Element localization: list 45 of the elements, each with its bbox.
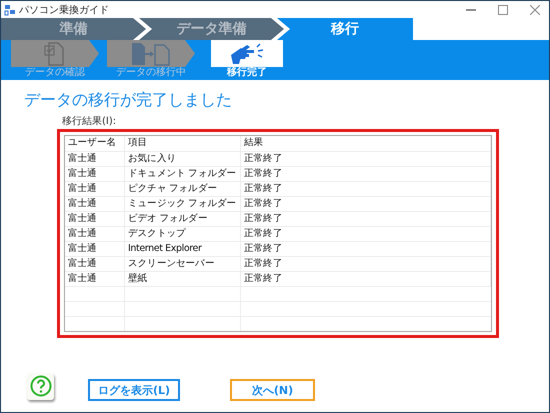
- table-cell: ピクチャ フォルダー: [125, 182, 241, 196]
- table-cell: 富士通: [65, 272, 125, 286]
- column-header[interactable]: 項目: [125, 136, 241, 151]
- table-cell: 富士通: [65, 197, 125, 211]
- substep-label: データの移行中: [116, 67, 186, 79]
- table-cell: ドキュメント フォルダー: [125, 167, 241, 181]
- table-cell: 正常終了: [241, 272, 491, 286]
- window-title: パソコン乗換ガイド: [19, 4, 109, 16]
- help-icon: [30, 375, 52, 397]
- table-cell: 富士通: [65, 212, 125, 226]
- table-cell: 富士通: [65, 152, 125, 166]
- table-cell: 正常終了: [241, 242, 491, 256]
- table-cell: 富士通: [65, 227, 125, 241]
- table-cell: 富士通: [65, 167, 125, 181]
- substep-label: データの確認: [25, 67, 85, 79]
- table-cell: Internet Explorer: [125, 242, 241, 256]
- column-header[interactable]: ユーザー名: [65, 136, 125, 151]
- next-button[interactable]: 次へ(N): [230, 379, 315, 401]
- table-cell: 正常終了: [241, 182, 491, 196]
- table-cell: お気に入り: [125, 152, 241, 166]
- table-cell: ミュージック フォルダー: [125, 197, 241, 211]
- app-icon: [4, 4, 16, 16]
- help-button[interactable]: [27, 372, 54, 400]
- results-label: 移行結果(I):: [62, 115, 116, 128]
- table-cell: 富士通: [65, 257, 125, 271]
- close-icon[interactable]: [530, 4, 540, 14]
- table-cell: 正常終了: [241, 257, 491, 271]
- table-cell: 正常終了: [241, 227, 491, 241]
- page-heading: データの移行が完了しました: [24, 90, 233, 110]
- show-log-button[interactable]: ログを表示(L): [88, 379, 180, 401]
- table-cell: 富士通: [65, 182, 125, 196]
- table-cell: 正常終了: [241, 212, 491, 226]
- column-header[interactable]: 結果: [241, 136, 491, 151]
- table-cell: 正常終了: [241, 152, 491, 166]
- table-cell: 富士通: [65, 242, 125, 256]
- table-cell: 正常終了: [241, 167, 491, 181]
- document-copy-icon: [131, 42, 171, 66]
- table-cell: 正常終了: [241, 197, 491, 211]
- maximize-icon[interactable]: [498, 4, 508, 14]
- document-check-icon: [44, 42, 66, 66]
- substep-label: 移行完了: [227, 67, 267, 79]
- table-cell: デスクトップ: [125, 227, 241, 241]
- table-cell: 壁紙: [125, 272, 241, 286]
- table-cell: スクリーンセーバー: [125, 257, 241, 271]
- table-cell: ビデオ フォルダー: [125, 212, 241, 226]
